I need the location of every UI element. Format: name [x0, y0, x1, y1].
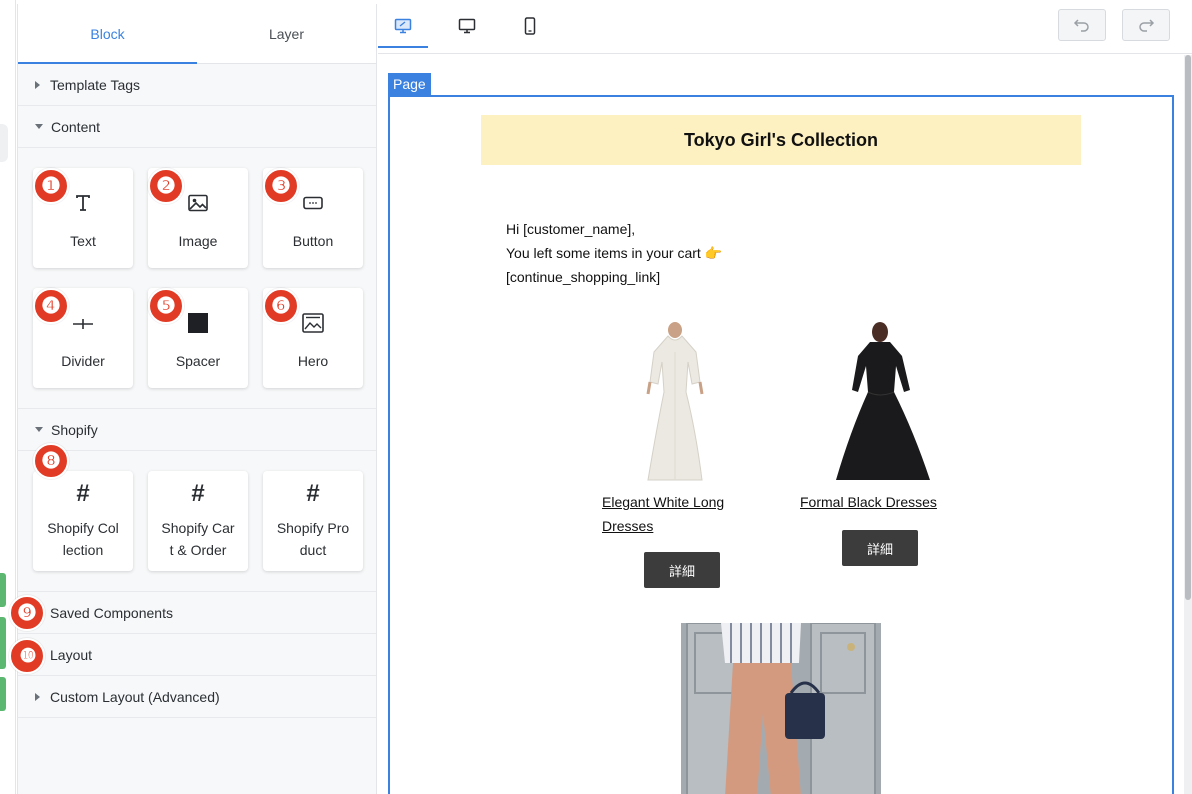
editor-app: Block Layer Template Tags Content Text ❶ — [0, 0, 1192, 794]
view-mobile-button[interactable] — [505, 4, 555, 48]
number-badge-2: ❷ — [148, 168, 184, 204]
hash-icon: # — [191, 480, 205, 507]
greeting-line: [continue_shopping_link] — [506, 269, 661, 285]
section-layout[interactable]: Layout ❿ — [9, 634, 376, 676]
hero-icon — [302, 310, 324, 336]
section-label: Saved Components — [50, 604, 173, 621]
section-shopify[interactable]: Shopify — [18, 409, 376, 451]
page-tag[interactable]: Page — [388, 73, 431, 95]
block-label: Divider — [61, 353, 105, 369]
hash-icon: # — [306, 480, 320, 507]
number-badge-10: ❿ — [9, 638, 45, 674]
content-blocks-grid: Text ❶ Image ❷ Button ❸ Divider ❹ Spacer… — [18, 148, 376, 409]
section-custom-layout[interactable]: Custom Layout (Advanced) — [18, 676, 376, 718]
number-badge-1: ❶ — [33, 168, 69, 204]
block-hero[interactable]: Hero ❻ — [263, 288, 363, 388]
desktop-icon — [458, 18, 476, 34]
block-text[interactable]: Text ❶ — [33, 168, 133, 268]
banner-title[interactable]: Tokyo Girl's Collection — [481, 115, 1081, 165]
tab-layer[interactable]: Layer — [197, 4, 376, 63]
product-image-white-dress[interactable] — [630, 322, 720, 482]
greeting-line: Hi [customer_name], — [506, 221, 636, 237]
product-title-link[interactable]: Elegant White Long Dresses — [602, 490, 724, 538]
section-label: Content — [51, 118, 101, 135]
block-shopify-product[interactable]: # Shopify Pro duct — [263, 471, 363, 571]
hash-icon: # — [76, 480, 90, 507]
product-card-2: Formal Black Dresses — [800, 490, 937, 514]
block-label: Shopify Pro duct — [276, 520, 350, 558]
block-label: Button — [292, 233, 334, 249]
product-image-pink-pants[interactable] — [681, 622, 881, 794]
number-badge-5: ❺ — [148, 288, 184, 324]
button-icon — [303, 190, 323, 216]
block-shopify-collection[interactable]: # Shopify Col lection — [33, 471, 133, 571]
caret-right-icon — [35, 692, 40, 701]
number-badge-8: ❽ — [33, 443, 69, 479]
text-icon — [74, 190, 92, 216]
edge-tab[interactable] — [0, 573, 6, 607]
number-badge-9: ❾ — [9, 595, 45, 631]
number-badge-3: ❸ — [263, 168, 299, 204]
block-label: Text — [70, 233, 96, 249]
section-label: Shopify — [51, 421, 98, 438]
block-button[interactable]: Button ❸ — [263, 168, 363, 268]
block-label: Image — [178, 233, 218, 249]
number-badge-6: ❻ — [263, 288, 299, 324]
greeting-text[interactable]: Hi [customer_name], You left some items … — [506, 217, 722, 289]
edge-tab[interactable] — [0, 617, 6, 669]
left-edge-strip — [0, 0, 16, 794]
page-frame[interactable]: Tokyo Girl's Collection Hi [customer_nam… — [388, 95, 1174, 794]
block-divider[interactable]: Divider ❹ — [33, 288, 133, 388]
caret-down-icon — [35, 124, 43, 129]
section-content[interactable]: Content — [18, 106, 376, 148]
view-desktop-edit-button[interactable] — [378, 4, 428, 48]
email-canvas: Page Tokyo Girl's Collection Hi [custome… — [378, 55, 1184, 794]
undo-icon — [1073, 19, 1089, 32]
block-label: Shopify Col lection — [47, 520, 119, 558]
product-card-1: Elegant White Long Dresses — [602, 490, 724, 538]
product-detail-button[interactable]: 詳細 — [842, 530, 918, 566]
block-spacer[interactable]: Spacer ❺ — [148, 288, 248, 388]
block-label: Spacer — [175, 353, 221, 369]
section-label: Custom Layout (Advanced) — [50, 688, 220, 705]
undo-button[interactable] — [1058, 9, 1106, 41]
panel-tabs: Block Layer — [18, 4, 376, 64]
collapse-handle[interactable] — [0, 124, 8, 162]
block-shopify-cart-order[interactable]: # Shopify Car t & Order — [148, 471, 248, 571]
caret-down-icon — [35, 427, 43, 432]
top-toolbar — [378, 4, 1192, 54]
spacer-icon — [187, 310, 209, 336]
desktop-edit-icon — [394, 18, 412, 34]
canvas-scrollbar[interactable] — [1184, 55, 1192, 794]
number-badge-4: ❹ — [33, 288, 69, 324]
tab-block[interactable]: Block — [18, 4, 197, 64]
block-label: Shopify Car t & Order — [161, 520, 235, 558]
product-image-black-dress[interactable] — [830, 322, 936, 482]
product-detail-button[interactable]: 詳細 — [644, 552, 720, 588]
view-desktop-button[interactable] — [442, 4, 492, 48]
product-title-link[interactable]: Formal Black Dresses — [800, 490, 937, 514]
scrollbar-thumb[interactable] — [1185, 55, 1191, 600]
edge-tab[interactable] — [0, 677, 6, 711]
section-template-tags[interactable]: Template Tags — [18, 64, 376, 106]
divider-icon — [72, 310, 94, 336]
section-label: Template Tags — [50, 76, 141, 93]
block-panel: Block Layer Template Tags Content Text ❶ — [9, 4, 377, 794]
greeting-line: You left some items in your cart 👉 — [506, 245, 723, 261]
section-saved-components[interactable]: Saved Components ❾ — [9, 592, 376, 634]
redo-button[interactable] — [1122, 9, 1170, 41]
section-label: Layout — [50, 646, 93, 663]
redo-icon — [1139, 19, 1155, 32]
caret-right-icon — [35, 80, 40, 89]
shopify-blocks-grid: ❽ # Shopify Col lection # Shopify Car t & … — [18, 443, 376, 592]
image-icon — [188, 190, 208, 216]
block-image[interactable]: Image ❷ — [148, 168, 248, 268]
block-label: Hero — [297, 353, 329, 369]
mobile-icon — [524, 17, 536, 35]
